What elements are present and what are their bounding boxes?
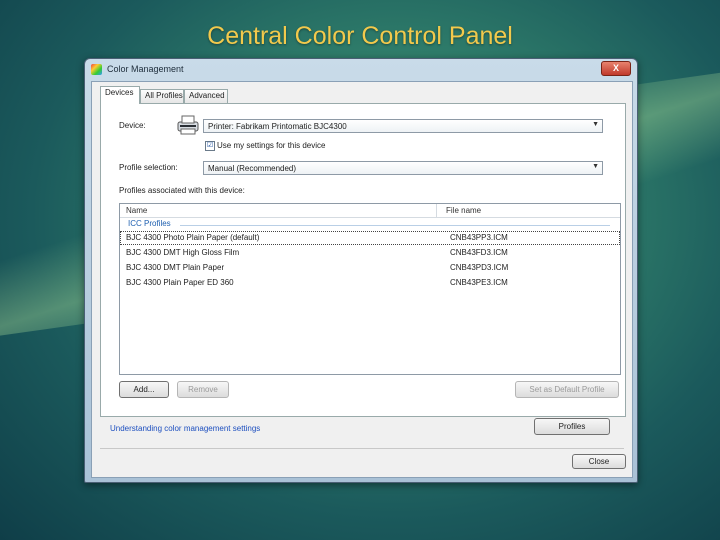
profile-selection-label: Profile selection:	[119, 163, 178, 172]
profile-name: BJC 4300 DMT High Gloss Film	[126, 248, 240, 257]
column-header-name[interactable]: Name	[126, 206, 147, 215]
profile-file: CNB43PD3.ICM	[450, 263, 509, 272]
color-management-icon	[91, 64, 102, 75]
color-management-window: Color Management X Devices All Profiles …	[84, 58, 638, 483]
profile-selection-dropdown[interactable]: Manual (Recommended) ▼	[203, 161, 603, 175]
tab-advanced[interactable]: Advanced	[184, 89, 228, 103]
column-header-file-name[interactable]: File name	[446, 206, 481, 215]
window-close-button[interactable]: X	[601, 61, 631, 76]
list-item[interactable]: BJC 4300 Plain Paper ED 360 CNB43PE3.ICM	[120, 276, 620, 290]
profile-file: CNB43PE3.ICM	[450, 278, 508, 287]
profiles-button[interactable]: Profiles	[534, 418, 610, 435]
list-item[interactable]: BJC 4300 DMT Plain Paper CNB43PD3.ICM	[120, 261, 620, 275]
use-my-settings-label[interactable]: Use my settings for this device	[217, 141, 325, 150]
profile-name: BJC 4300 Photo Plain Paper (default)	[126, 233, 260, 242]
profile-file: CNB43PP3.ICM	[450, 233, 508, 242]
listview-header: Name File name	[120, 204, 620, 218]
tab-all-profiles[interactable]: All Profiles	[140, 89, 184, 103]
remove-profile-button[interactable]: Remove	[177, 381, 229, 398]
group-divider	[180, 225, 610, 226]
profile-name: BJC 4300 Plain Paper ED 360	[126, 278, 234, 287]
use-my-settings-checkbox[interactable]: ☑	[205, 141, 215, 151]
tab-devices[interactable]: Devices	[100, 86, 140, 104]
window-client-area: Devices All Profiles Advanced Device: Pr…	[91, 81, 633, 478]
chevron-down-icon: ▼	[592, 163, 599, 170]
chevron-down-icon: ▼	[592, 121, 599, 128]
slide-title: Central Color Control Panel	[207, 22, 513, 50]
list-item[interactable]: BJC 4300 DMT High Gloss Film CNB43FD3.IC…	[120, 246, 620, 260]
list-item[interactable]: BJC 4300 Photo Plain Paper (default) CNB…	[120, 231, 620, 245]
column-divider[interactable]	[436, 204, 437, 217]
printer-icon	[177, 115, 199, 135]
group-header-icc-profiles: ICC Profiles	[128, 219, 171, 228]
footer-separator	[100, 448, 624, 449]
help-link[interactable]: Understanding color management settings	[110, 424, 260, 433]
profile-file: CNB43FD3.ICM	[450, 248, 508, 257]
set-default-profile-button[interactable]: Set as Default Profile	[515, 381, 619, 398]
window-titlebar[interactable]: Color Management X	[85, 59, 637, 81]
device-dropdown-value: Printer: Fabrikam Printomatic BJC4300	[208, 122, 347, 131]
device-label: Device:	[119, 121, 146, 130]
device-dropdown[interactable]: Printer: Fabrikam Printomatic BJC4300 ▼	[203, 119, 603, 133]
window-title: Color Management	[107, 64, 184, 74]
close-button[interactable]: Close	[572, 454, 626, 469]
profiles-listview[interactable]: Name File name ICC Profiles BJC 4300 Pho…	[119, 203, 621, 375]
profile-name: BJC 4300 DMT Plain Paper	[126, 263, 225, 272]
profile-selection-value: Manual (Recommended)	[208, 164, 297, 173]
profiles-caption: Profiles associated with this device:	[119, 186, 245, 195]
add-profile-button[interactable]: Add...	[119, 381, 169, 398]
devices-panel: Device: Printer: Fabrikam Printomatic BJ…	[100, 103, 626, 417]
